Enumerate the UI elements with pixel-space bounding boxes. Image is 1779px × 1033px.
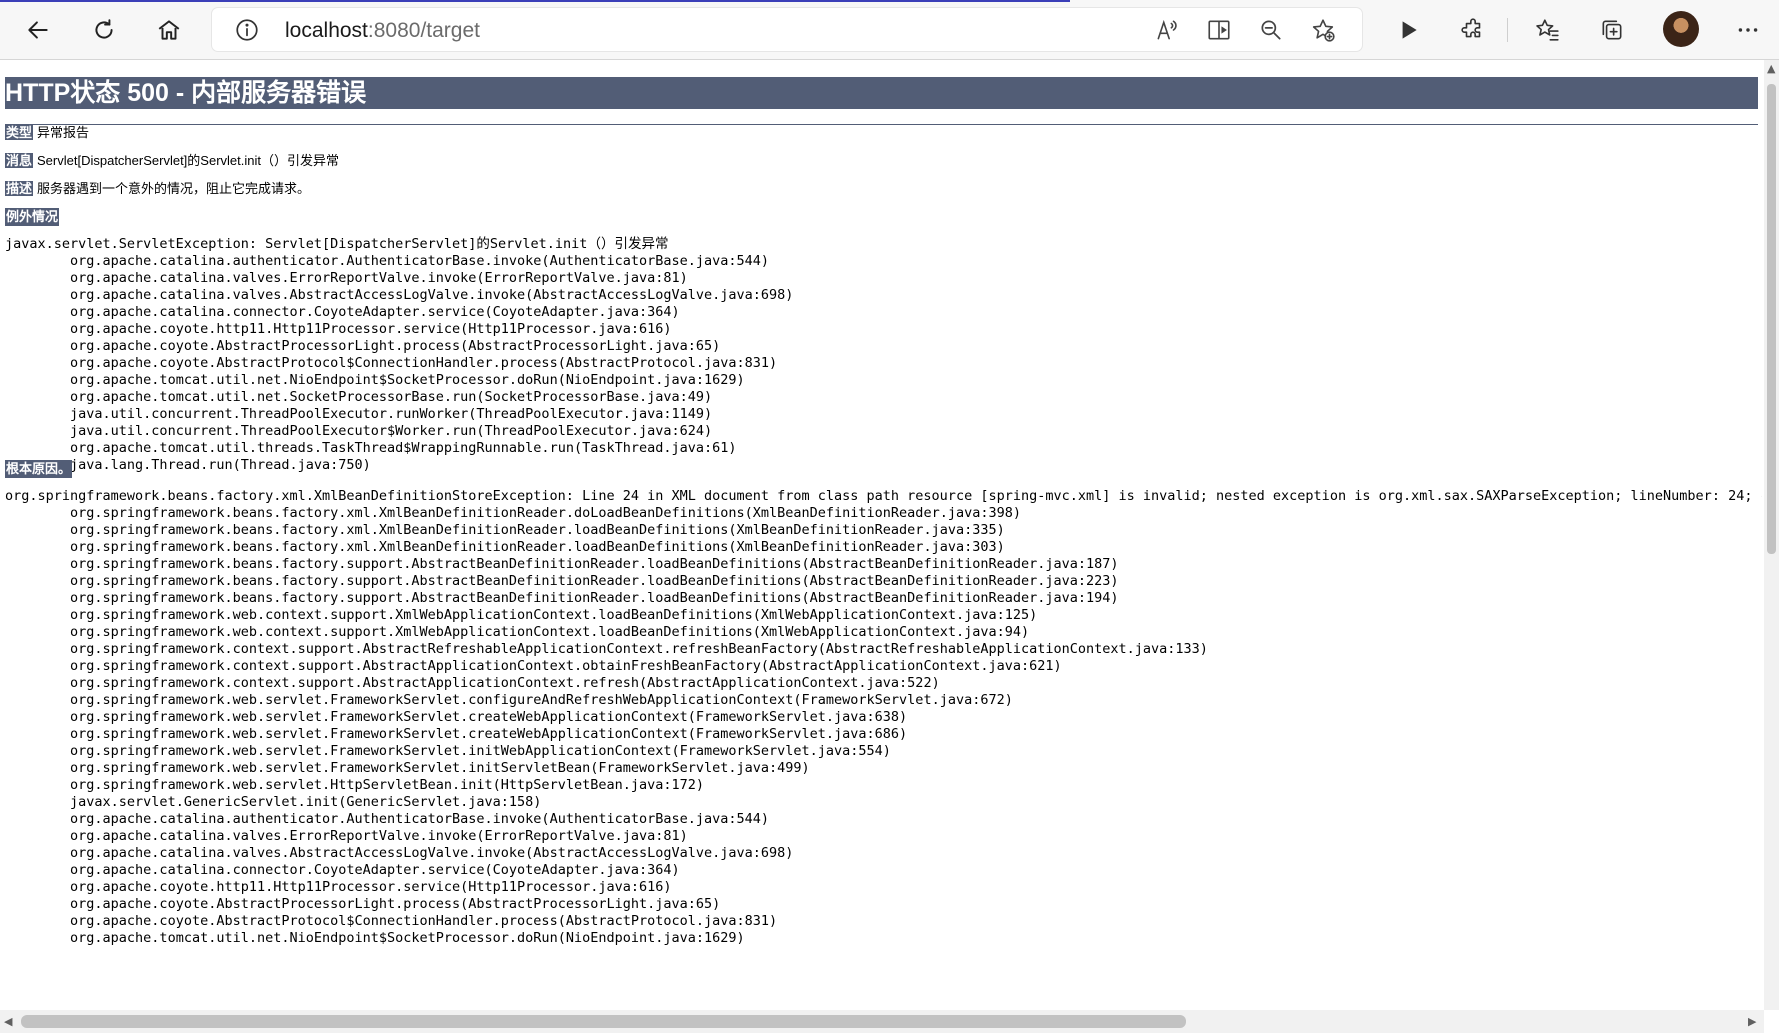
play-icon [1402,21,1417,39]
exception-stack-trace: javax.servlet.ServletException: Servlet[… [5,236,794,473]
favorites-icon [1536,19,1559,41]
refresh-icon [95,19,113,39]
extensions-button[interactable] [1453,10,1493,50]
browser-toolbar: localhost:8080/target [0,0,1779,60]
horizontal-scrollbar[interactable]: ◀ ▶ [0,1010,1764,1033]
type-label: 类型 [5,125,34,140]
message-row: 消息 Servlet[DispatcherServlet]的Servlet.ini… [5,152,339,170]
description-label: 描述 [5,181,34,196]
page-title: HTTP状态 500 - 内部服务器错误 [5,77,1758,109]
zoom-out-icon[interactable] [1258,17,1284,43]
favorites-button[interactable] [1527,10,1567,50]
collections-icon [1602,20,1622,40]
immersive-reader-icon[interactable] [1206,17,1232,43]
back-icon [28,21,48,39]
url-text[interactable]: localhost:8080/target [285,19,480,43]
vertical-scrollbar[interactable]: ▲ [1764,60,1779,1010]
collections-button[interactable] [1592,10,1632,50]
page-content: HTTP状态 500 - 内部服务器错误 类型 异常报告 消息 Servlet[Di… [0,60,1762,1010]
toolbar-divider [1507,18,1508,42]
home-icon [158,20,180,40]
type-value: 异常报告 [37,125,90,140]
scroll-up-arrow-icon[interactable]: ▲ [1767,62,1775,75]
read-aloud-icon[interactable] [1154,17,1180,43]
horizontal-scroll-thumb[interactable] [21,1015,1186,1028]
vertical-scroll-thumb[interactable] [1767,84,1776,554]
message-value: Servlet[DispatcherServlet]的Servlet.init（… [37,153,339,168]
heading-divider [5,124,1758,125]
loading-progress-bar [0,0,1070,2]
scroll-left-arrow-icon[interactable]: ◀ [4,1015,12,1028]
message-label: 消息 [5,153,34,168]
url-host: localhost [285,19,368,42]
add-favorite-icon[interactable] [1310,17,1336,43]
refresh-button[interactable] [84,10,124,50]
info-icon[interactable] [234,17,260,43]
more-button[interactable] [1728,10,1768,50]
extensions-icon [1461,18,1481,38]
root-cause-label: 根本原因。 [5,460,73,478]
description-row: 描述 服务器遇到一个意外的情况，阻止它完成请求。 [5,180,310,198]
root-cause-stack-trace: org.springframework.beans.factory.xml.Xm… [5,488,1762,946]
exception-label: 例外情况 [5,208,60,226]
description-value: 服务器遇到一个意外的情况，阻止它完成请求。 [37,181,311,196]
url-path: :8080/target [367,19,480,42]
avatar[interactable] [1663,11,1699,47]
more-icon [1738,28,1758,32]
play-button[interactable] [1388,10,1428,50]
home-button[interactable] [149,10,189,50]
address-bar[interactable]: localhost:8080/target [212,8,1362,51]
back-button[interactable] [18,10,58,50]
scroll-right-arrow-icon[interactable]: ▶ [1748,1015,1756,1028]
type-row: 类型 异常报告 [5,124,89,142]
